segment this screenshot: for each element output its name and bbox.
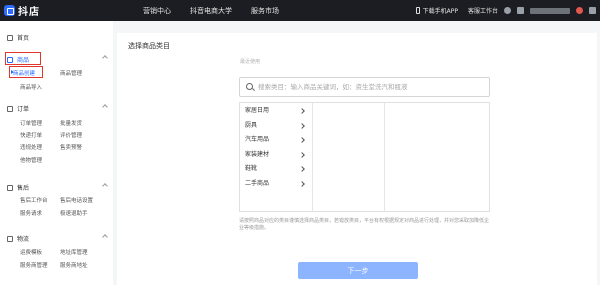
next-step-button[interactable]: 下一步 <box>298 262 418 279</box>
top-nav: 营销中心 抖音电商大学 服务市场 <box>143 0 298 21</box>
category-item[interactable]: 厨具 <box>240 119 312 134</box>
sidebar-link[interactable]: 批量发货 <box>60 119 82 127</box>
message-icon[interactable] <box>517 7 524 14</box>
chevron-up-icon <box>102 183 108 189</box>
chevron-right-icon <box>299 180 305 187</box>
sidebar-section-logistics[interactable]: 物流 <box>7 234 108 243</box>
chevron-up-icon <box>102 234 108 240</box>
sidebar-home-label: 首页 <box>17 35 30 42</box>
chevron-up-icon <box>102 55 108 61</box>
category-label: 汽车用品 <box>245 136 270 143</box>
sidebar-link[interactable]: 极速退助手 <box>60 209 88 217</box>
category-label: 二手商品 <box>245 179 270 187</box>
highlight-box <box>9 66 43 78</box>
category-search <box>239 77 490 97</box>
category-level1-list: 家居日用 厨具 汽车用品 家装建材 鞋靴 二手商品 <box>240 104 312 191</box>
app-logo[interactable]: 抖店 <box>4 3 40 18</box>
sidebar-link[interactable]: 地址库管理 <box>60 248 88 256</box>
workbench-label: 客服工作台 <box>467 8 498 15</box>
logo-text: 抖店 <box>18 7 40 18</box>
sidebar-link[interactable]: 售卖预警 <box>60 143 82 151</box>
notification-icon[interactable] <box>576 7 583 14</box>
home-icon <box>7 34 13 41</box>
highlight-box <box>5 52 41 65</box>
sidebar-section-label: 售后 <box>17 185 30 192</box>
chevron-right-icon <box>299 108 305 114</box>
sidebar-link[interactable]: 违规处理 <box>20 143 42 151</box>
avatar[interactable] <box>504 7 511 14</box>
category-label: 厨具 <box>245 121 258 129</box>
category-label: 鞋靴 <box>245 165 258 172</box>
sidebar-section-label: 订单 <box>17 106 30 113</box>
workbench-link[interactable]: 客服工作台 <box>468 6 498 15</box>
top-nav-marketing[interactable]: 营销中心 <box>143 6 171 16</box>
settings-icon[interactable] <box>589 7 596 14</box>
sidebar-section-aftersale[interactable]: 售后 <box>7 183 108 192</box>
page-title: 选择商品类目 <box>128 42 170 50</box>
sidebar-link-product-import[interactable]: 商品导入 <box>20 83 42 91</box>
main-panel: 选择商品类目 最近使用 家居日用 厨具 汽车用品 家装建材 鞋靴 二手商品 请按… <box>117 33 597 285</box>
sidebar-link[interactable]: 运费模板 <box>20 248 42 256</box>
top-right-tools: 下载手机APP 客服工作台 <box>406 0 596 21</box>
category-item[interactable]: 家装建材 <box>240 148 312 163</box>
top-nav-service-market[interactable]: 服务市场 <box>251 6 279 16</box>
logistics-icon <box>7 235 13 242</box>
phone-icon <box>415 7 420 14</box>
order-icon <box>7 105 13 112</box>
category-item[interactable]: 汽车用品 <box>240 133 312 148</box>
sidebar-link[interactable]: 服务商地址 <box>60 261 88 269</box>
sidebar-link[interactable]: 评价管理 <box>60 131 82 139</box>
category-item[interactable]: 家居日用 <box>240 104 312 119</box>
sidebar-link[interactable]: 售后电话设置 <box>60 196 93 204</box>
column-divider <box>384 103 385 211</box>
chevron-right-icon <box>299 166 305 172</box>
sidebar: 首页 商品 商品创建 商品管理 商品导入 订单 订单管理 批量发货 快递打单 评… <box>0 21 113 285</box>
sidebar-item-home[interactable]: 首页 <box>7 33 29 42</box>
sidebar-link[interactable]: 服务商管理 <box>20 261 48 269</box>
sidebar-link[interactable]: 订单管理 <box>20 119 42 127</box>
sidebar-link[interactable]: 售后工作台 <box>20 196 48 204</box>
chevron-right-icon <box>299 137 305 143</box>
sidebar-section-label: 物流 <box>17 236 30 243</box>
sidebar-link-product-manage[interactable]: 商品管理 <box>60 69 82 77</box>
account-name[interactable] <box>530 7 570 14</box>
category-item[interactable]: 二手商品 <box>240 177 312 192</box>
column-divider <box>312 103 313 211</box>
category-label: 家居日用 <box>245 107 270 114</box>
top-bar: 抖店 营销中心 抖音电商大学 服务市场 下载手机APP 客服工作台 <box>0 0 600 21</box>
logo-icon <box>4 5 15 16</box>
top-nav-university[interactable]: 抖音电商大学 <box>190 6 232 16</box>
download-app-label: 下载手机APP <box>422 8 458 15</box>
sidebar-link[interactable]: 服务请求 <box>20 209 42 217</box>
sidebar-link[interactable]: 他物管理 <box>20 156 42 164</box>
search-icon <box>246 83 253 90</box>
chevron-up-icon <box>102 104 108 110</box>
chevron-right-icon <box>299 151 305 158</box>
recent-categories-label: 最近使用 <box>240 59 261 65</box>
category-label: 家装建材 <box>245 150 270 158</box>
category-warning-note: 请按照商品对应的类目谨慎选择商品类目，若错放类目，平台有权根据规定对商品进行处理… <box>239 218 490 231</box>
sidebar-section-order[interactable]: 订单 <box>7 104 108 113</box>
download-app-link[interactable]: 下载手机APP <box>415 6 458 15</box>
sidebar-link[interactable]: 快递打单 <box>20 131 42 139</box>
category-search-input[interactable] <box>258 78 486 96</box>
category-item[interactable]: 鞋靴 <box>240 162 312 177</box>
aftersale-icon <box>7 184 13 191</box>
chevron-right-icon <box>299 122 305 129</box>
category-cascader: 家居日用 厨具 汽车用品 家装建材 鞋靴 二手商品 <box>239 102 490 212</box>
